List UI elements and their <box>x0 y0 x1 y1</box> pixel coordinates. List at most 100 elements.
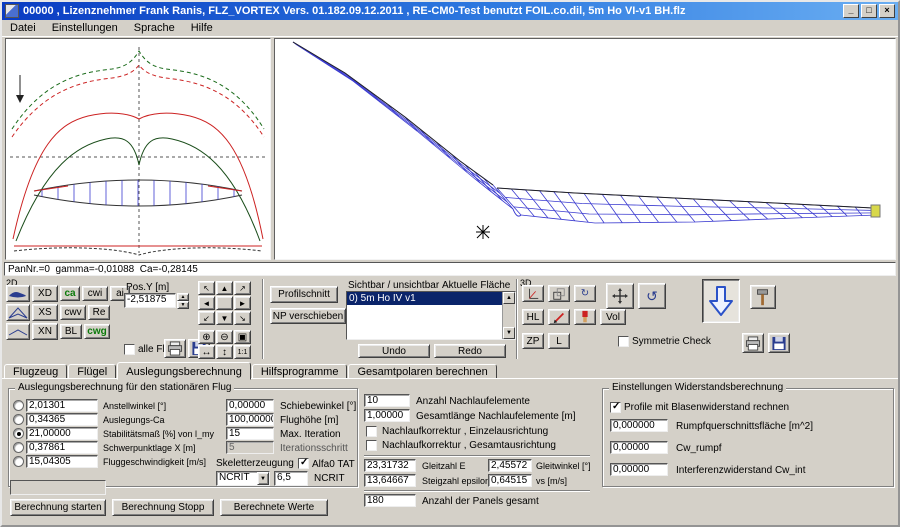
zoom-x-button[interactable]: ↔ <box>198 345 215 359</box>
re-toggle-button[interactable]: Re <box>88 305 110 320</box>
print-2d-button[interactable] <box>164 339 186 358</box>
pan-up-right-button[interactable]: ↗ <box>234 281 251 295</box>
posy-spinner-down[interactable]: ▼ <box>177 301 189 309</box>
tab-gesamtpolaren[interactable]: Gesamtpolaren berechnen <box>348 364 496 379</box>
zp-button[interactable]: ZP <box>522 333 544 349</box>
pan-center-button[interactable] <box>216 296 233 310</box>
axes-3d-button[interactable] <box>522 285 544 302</box>
hl-button[interactable]: HL <box>522 309 544 325</box>
pan-up-button[interactable]: ▲ <box>216 281 233 295</box>
profilschnitt-button[interactable]: Profilschnitt <box>270 286 338 303</box>
berechnung-starten-button[interactable]: Berechnung starten <box>10 499 106 516</box>
nachlaufkorrektur-gesamt-checkbox[interactable] <box>366 440 377 451</box>
cw-rumpf-input[interactable]: 0,00000 <box>610 441 668 454</box>
zoom-y-button[interactable]: ↕ <box>216 345 233 359</box>
menu-item-einstellungen[interactable]: Einstellungen <box>44 21 126 35</box>
flughoehe-input[interactable]: 100,00000 <box>226 413 274 426</box>
perspective-button[interactable] <box>548 285 570 302</box>
airfoil-view-button[interactable] <box>6 285 30 302</box>
np-verschieben-button[interactable]: NP verschieben <box>270 308 346 324</box>
xd-button[interactable]: XD <box>32 285 58 302</box>
radio-schwerpunktlage[interactable] <box>13 442 24 453</box>
rebuild-button[interactable] <box>750 285 776 309</box>
vol-button[interactable]: Vol <box>600 309 626 325</box>
listbox-scrollbar[interactable]: ▲ ▼ <box>502 292 515 339</box>
auslegungs-ca-input[interactable]: 0,34365 <box>26 413 98 426</box>
scroll-up-button[interactable]: ▲ <box>503 292 515 304</box>
symmetrie-check-checkbox[interactable] <box>618 336 629 347</box>
tab-auslegungsberechnung[interactable]: Auslegungsberechnung <box>117 362 251 380</box>
tab-fluegel[interactable]: Flügel <box>68 364 116 379</box>
iterationsschritt-input[interactable]: 5 <box>226 441 274 454</box>
tab-hilfsprogramme[interactable]: Hilfsprogramme <box>252 364 348 379</box>
schiebewinkel-input[interactable]: 0,00000 <box>226 399 274 412</box>
ca-toggle-button[interactable]: ca <box>60 286 80 301</box>
radio-anstellwinkel[interactable] <box>13 400 24 411</box>
bl-button[interactable]: BL <box>60 324 82 339</box>
maximize-button[interactable]: □ <box>861 4 877 18</box>
menu-item-sprache[interactable]: Sprache <box>126 21 183 35</box>
planform-view-button[interactable] <box>6 304 30 321</box>
l-button[interactable]: L <box>548 333 570 349</box>
menu-item-hilfe[interactable]: Hilfe <box>183 21 221 35</box>
xs-button[interactable]: XS <box>32 304 58 321</box>
gesamtlaenge-nachlauf-input[interactable]: 1,00000 <box>364 409 410 422</box>
anzahl-nachlauf-input[interactable]: 10 <box>364 394 410 407</box>
zoom-in-button[interactable]: ⊕ <box>198 330 215 344</box>
alle-fluegel-checkbox[interactable] <box>124 344 135 355</box>
tab-flugzeug[interactable]: Flugzeug <box>4 364 67 379</box>
pan-right-button[interactable]: ► <box>234 296 251 310</box>
rumpfquerschnitt-input[interactable]: 0,000000 <box>610 419 668 432</box>
fluggeschwindigkeit-input[interactable]: 15,04305 <box>26 455 98 468</box>
view-direction-button[interactable] <box>702 279 740 323</box>
cwg-toggle-button[interactable]: cwg <box>84 324 110 339</box>
surface-listbox[interactable]: 0) 5m Ho IV v1 ▲ ▼ <box>346 291 516 340</box>
pan-down-button[interactable]: ▼ <box>216 311 233 325</box>
titlebar[interactable]: 00000 , Lizenznehmer Frank Ranis, FLZ_VO… <box>2 2 898 20</box>
frontview-button[interactable] <box>6 323 30 340</box>
rotate-ccw-button[interactable]: ↺ <box>638 283 666 309</box>
ncrit-value-input[interactable]: 6,5 <box>274 471 308 486</box>
surface-list-item[interactable]: 0) 5m Ho IV v1 <box>347 292 502 305</box>
redo-button[interactable]: Redo <box>434 344 506 358</box>
pan-3d-button[interactable] <box>606 283 634 309</box>
ncrit-dropdown-arrow[interactable]: ▼ <box>257 472 269 485</box>
stabilitaetsmass-input[interactable]: 21,00000 <box>26 427 98 440</box>
close-button[interactable]: × <box>879 4 895 18</box>
pan-up-left-button[interactable]: ↖ <box>198 281 215 295</box>
menu-item-datei[interactable]: Datei <box>2 21 44 35</box>
schwerpunktlage-input[interactable]: 0,37861 <box>26 441 98 454</box>
brush-button[interactable] <box>574 309 596 325</box>
alfa0-tat-checkbox[interactable] <box>298 458 309 469</box>
minimize-button[interactable]: _ <box>843 4 859 18</box>
radio-auslegungs-ca[interactable] <box>13 414 24 425</box>
berechnete-werte-button[interactable]: Berechnete Werte <box>220 499 328 516</box>
graph-3d-panel[interactable] <box>274 38 896 260</box>
xn-button[interactable]: XN <box>32 323 58 340</box>
pan-left-button[interactable]: ◄ <box>198 296 215 310</box>
graph-2d-panel[interactable] <box>5 38 271 260</box>
zoom-reset-button[interactable]: 1:1 <box>234 345 251 359</box>
pan-down-right-button[interactable]: ↘ <box>234 311 251 325</box>
posy-spinner-up[interactable]: ▲ <box>177 293 189 301</box>
save-3d-button[interactable] <box>768 333 790 353</box>
print-3d-button[interactable] <box>742 333 764 353</box>
anstellwinkel-input[interactable]: 2,01301 <box>26 399 98 412</box>
rotate-cw-button[interactable]: ↻ <box>574 285 596 302</box>
posy-input[interactable]: -2,51875 <box>124 293 176 308</box>
max-iteration-input[interactable]: 15 <box>226 427 274 440</box>
zoom-fit-button[interactable]: ▣ <box>234 330 251 344</box>
radio-fluggeschwindigkeit[interactable] <box>13 456 24 467</box>
cwv-toggle-button[interactable]: cwv <box>60 305 86 320</box>
zoom-out-button[interactable]: ⊖ <box>216 330 233 344</box>
interferenzwiderstand-input[interactable]: 0,00000 <box>610 463 668 476</box>
scroll-down-button[interactable]: ▼ <box>503 327 515 339</box>
undo-button[interactable]: Undo <box>358 344 430 358</box>
pan-down-left-button[interactable]: ↙ <box>198 311 215 325</box>
cwi-toggle-button[interactable]: cwi <box>82 286 108 301</box>
radio-stabilitaetsmass[interactable] <box>13 428 24 439</box>
berechnung-stopp-button[interactable]: Berechnung Stopp <box>112 499 214 516</box>
blasenwiderstand-checkbox[interactable] <box>610 402 621 413</box>
nachlaufkorrektur-einzel-checkbox[interactable] <box>366 426 377 437</box>
pencil-button[interactable] <box>548 309 570 325</box>
